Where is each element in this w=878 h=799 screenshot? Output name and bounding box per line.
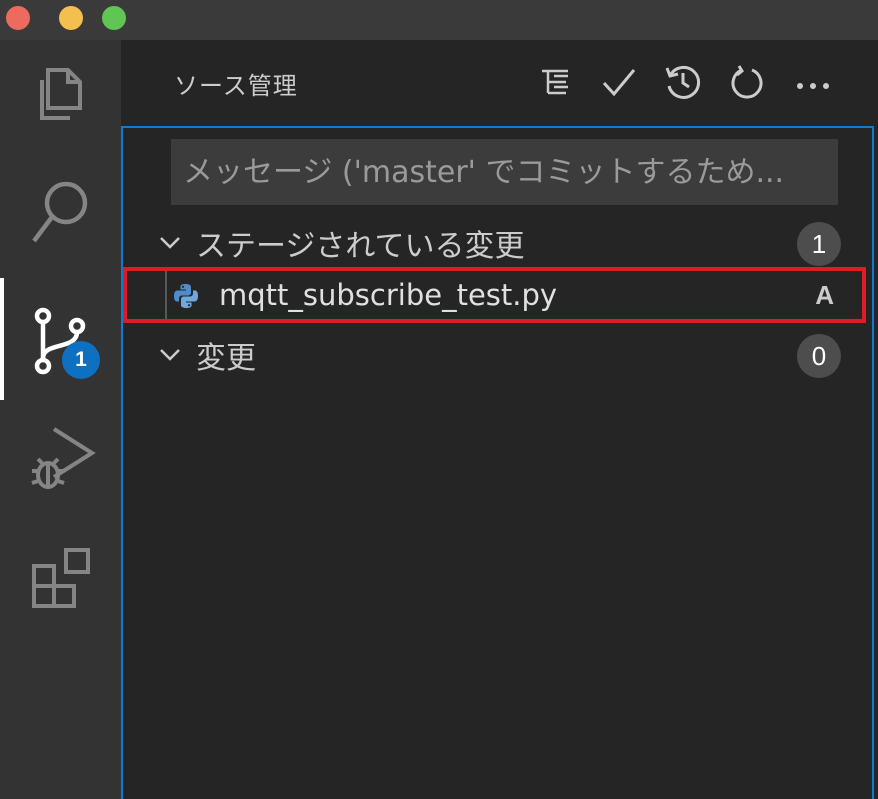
changes-title: 変更 xyxy=(196,341,256,376)
run-debug-icon xyxy=(26,423,96,493)
minimize-window-button[interactable] xyxy=(59,6,83,30)
extensions-icon xyxy=(28,544,94,610)
more-actions-icon xyxy=(796,75,830,94)
staged-changes-title: ステージされている変更 xyxy=(196,229,525,264)
search-activity-button[interactable] xyxy=(0,158,121,268)
panel-title: ソース管理 xyxy=(174,72,298,100)
chevron-down-icon xyxy=(150,335,190,375)
run-debug-activity-button[interactable] xyxy=(0,403,121,513)
source-control-badge: 1 xyxy=(62,341,100,379)
extensions-activity-button[interactable] xyxy=(0,522,121,632)
view-as-tree-button[interactable] xyxy=(535,64,575,104)
staged-changes-count: 1 xyxy=(797,222,841,266)
zoom-window-button[interactable] xyxy=(102,6,126,30)
changes-header[interactable]: 変更 0 xyxy=(150,330,850,380)
python-file-icon xyxy=(173,283,199,309)
close-window-button[interactable] xyxy=(6,6,30,30)
more-actions-button[interactable] xyxy=(793,64,833,104)
files-icon xyxy=(30,64,92,126)
view-as-tree-icon xyxy=(540,68,570,100)
history-button[interactable] xyxy=(663,64,703,104)
chevron-down-icon xyxy=(150,223,190,263)
commit-check-icon xyxy=(602,67,636,101)
title-bar xyxy=(0,0,878,40)
refresh-icon xyxy=(730,64,764,104)
staged-file-row[interactable]: mqtt_subscribe_test.py A xyxy=(123,267,866,323)
source-control-activity-button[interactable] xyxy=(0,286,121,396)
commit-button[interactable] xyxy=(599,64,639,104)
staged-changes-header[interactable]: ステージされている変更 1 xyxy=(150,218,850,268)
file-status-added: A xyxy=(815,280,834,310)
changes-count: 0 xyxy=(797,334,841,378)
tree-indent-guide xyxy=(165,271,167,319)
history-icon xyxy=(665,64,701,104)
explorer-activity-button[interactable] xyxy=(0,40,121,150)
search-icon xyxy=(28,177,94,249)
commit-message-input[interactable] xyxy=(171,139,838,205)
refresh-button[interactable] xyxy=(727,64,767,104)
file-name: mqtt_subscribe_test.py xyxy=(219,278,558,312)
